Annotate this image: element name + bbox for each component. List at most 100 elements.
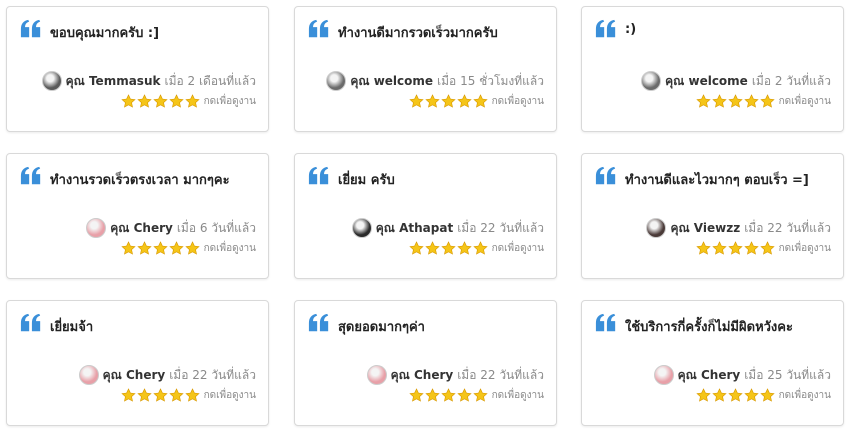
star-icon [440, 241, 456, 255]
rating: กดเพื่อดูงาน [120, 94, 256, 109]
star-icon [136, 388, 152, 402]
star-icon [136, 241, 152, 255]
star-icon [152, 94, 168, 108]
star-icon [408, 241, 424, 255]
star-icon [440, 94, 456, 108]
rating: กดเพื่อดูงาน [120, 241, 256, 256]
reviewer-meta: คุณ Chery เมื่อ 22 วันที่แล้ว [366, 365, 544, 385]
rating: กดเพื่อดูงาน [695, 241, 831, 256]
review-card: ใช้บริการกี่ครั้งก็ไม่มีผิดหวังคะ คุณ Ch… [581, 300, 844, 426]
star-icon [184, 241, 200, 255]
star-rating [120, 388, 200, 403]
reviewer-name: คุณ Athapat [375, 220, 454, 235]
star-icon [759, 94, 775, 108]
quote-icon [20, 19, 41, 38]
avatar [326, 71, 347, 91]
star-rating [120, 94, 200, 109]
star-icon [184, 94, 200, 108]
see-work-link[interactable]: กดเพื่อดูงาน [779, 94, 831, 109]
star-icon [759, 241, 775, 255]
review-card: สุดยอดมากๆค่า คุณ Chery เมื่อ 22 วันที่แ… [294, 300, 557, 426]
review-time: เมื่อ 15 ชั่วโมงที่แล้ว [437, 73, 544, 88]
reviewer-name: คุณ Chery [102, 367, 166, 382]
star-icon [440, 388, 456, 402]
review-text: ใช้บริการกี่ครั้งก็ไม่มีผิดหวังคะ [625, 320, 793, 335]
review-card: เยี่ยม ครับ คุณ Athapat เมื่อ 22 วันที่แ… [294, 153, 557, 279]
review-time: เมื่อ 6 วันที่แล้ว [176, 220, 256, 235]
review-time: เมื่อ 22 วันที่แล้ว [457, 220, 544, 235]
star-icon [184, 388, 200, 402]
star-icon [759, 388, 775, 402]
star-icon [456, 241, 472, 255]
reviewer-meta: คุณ Viewzz เมื่อ 22 วันที่แล้ว [646, 218, 831, 238]
review-time: เมื่อ 2 วันที่แล้ว [751, 73, 831, 88]
star-rating [695, 388, 775, 403]
see-work-link[interactable]: กดเพื่อดูงาน [492, 241, 544, 256]
review-card: ทำงานดีและไวมากๆ ตอบเร็ว =] คุณ Viewzz เ… [581, 153, 844, 279]
star-icon [136, 94, 152, 108]
review-text: เยี่ยม ครับ [338, 173, 395, 188]
rating: กดเพื่อดูงาน [695, 388, 831, 403]
star-icon [424, 388, 440, 402]
review-time: เมื่อ 22 วันที่แล้ว [457, 367, 544, 382]
see-work-link[interactable]: กดเพื่อดูงาน [779, 241, 831, 256]
star-icon [152, 241, 168, 255]
star-icon [152, 388, 168, 402]
rating: กดเพื่อดูงาน [695, 94, 831, 109]
quote-icon [595, 166, 616, 185]
star-icon [472, 241, 488, 255]
quote-icon [308, 166, 329, 185]
star-rating [408, 241, 488, 256]
avatar [41, 71, 62, 91]
reviewer-meta: คุณ Chery เมื่อ 25 วันที่แล้ว [653, 365, 831, 385]
reviewer-meta: คุณ welcome เมื่อ 15 ชั่วโมงที่แล้ว [326, 71, 544, 91]
star-rating [695, 94, 775, 109]
review-time: เมื่อ 22 วันที่แล้ว [169, 367, 256, 382]
see-work-link[interactable]: กดเพื่อดูงาน [204, 388, 256, 403]
star-icon [408, 388, 424, 402]
review-time: เมื่อ 2 เดือนที่แล้ว [164, 73, 256, 88]
review-text: ทำงานดีและไวมากๆ ตอบเร็ว =] [625, 173, 809, 188]
quote-icon [20, 313, 41, 332]
quote-icon [595, 19, 616, 38]
review-card: ทำงานรวดเร็วตรงเวลา มากๆคะ คุณ Chery เมื… [6, 153, 269, 279]
reviewer-name: คุณ Chery [110, 220, 173, 235]
star-rating [408, 388, 488, 403]
see-work-link[interactable]: กดเพื่อดูงาน [204, 94, 256, 109]
star-rating [408, 94, 488, 109]
review-card: เยี่ยมจ้า คุณ Chery เมื่อ 22 วันที่แล้ว … [6, 300, 269, 426]
reviewer-meta: คุณ Chery เมื่อ 6 วันที่แล้ว [86, 218, 256, 238]
star-rating [695, 241, 775, 256]
reviewer-name: คุณ welcome [665, 73, 748, 88]
star-icon [456, 94, 472, 108]
star-icon [472, 94, 488, 108]
reviewer-name: คุณ welcome [350, 73, 434, 88]
see-work-link[interactable]: กดเพื่อดูงาน [492, 94, 544, 109]
avatar [86, 218, 107, 238]
star-icon [711, 241, 727, 255]
star-icon [695, 388, 711, 402]
rating: กดเพื่อดูงาน [408, 388, 544, 403]
review-card: :) คุณ welcome เมื่อ 2 วันที่แล้ว กดเพื่… [581, 6, 844, 132]
star-icon [711, 388, 727, 402]
review-text: ทำงานรวดเร็วตรงเวลา มากๆคะ [50, 173, 230, 188]
star-icon [120, 388, 136, 402]
star-icon [168, 388, 184, 402]
avatar [351, 218, 372, 238]
star-icon [695, 241, 711, 255]
see-work-link[interactable]: กดเพื่อดูงาน [779, 388, 831, 403]
reviewer-meta: คุณ Temmasuk เมื่อ 2 เดือนที่แล้ว [41, 71, 256, 91]
star-icon [168, 94, 184, 108]
star-icon [120, 241, 136, 255]
star-rating [120, 241, 200, 256]
review-time: เมื่อ 25 วันที่แล้ว [744, 367, 831, 382]
star-icon [743, 94, 759, 108]
review-time: เมื่อ 22 วันที่แล้ว [744, 220, 831, 235]
star-icon [408, 94, 424, 108]
see-work-link[interactable]: กดเพื่อดูงาน [204, 241, 256, 256]
reviewer-meta: คุณ Athapat เมื่อ 22 วันที่แล้ว [351, 218, 544, 238]
quote-icon [595, 313, 616, 332]
star-icon [424, 241, 440, 255]
see-work-link[interactable]: กดเพื่อดูงาน [492, 388, 544, 403]
reviewer-name: คุณ Chery [390, 367, 454, 382]
